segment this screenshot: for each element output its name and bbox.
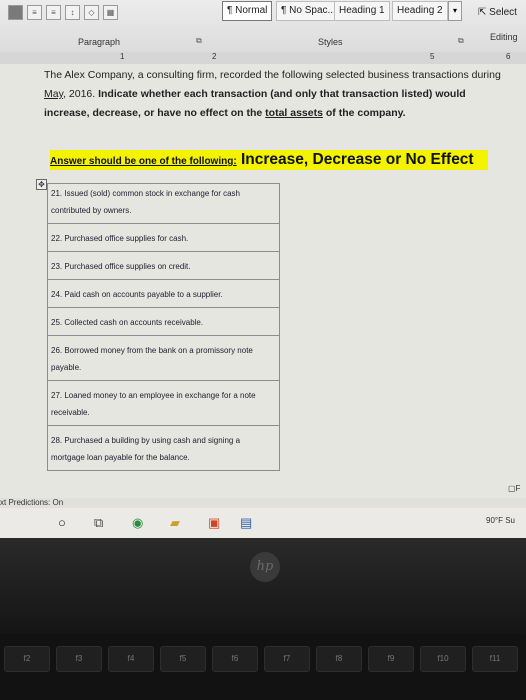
answer-options: Increase, Decrease or No Effect — [236, 151, 474, 168]
align-center-icon[interactable]: ≡ — [27, 5, 42, 20]
table-cell[interactable]: 26. Borrowed money from the bank on a pr… — [47, 335, 280, 381]
function-key[interactable]: f10 — [420, 646, 466, 672]
align-left-icon[interactable] — [8, 5, 23, 20]
intro-text: The Alex Company, a consulting firm, rec… — [44, 69, 501, 81]
word-icon[interactable]: ▤ — [240, 515, 252, 531]
intro-text: , 2016. — [63, 88, 99, 100]
table-row: 22. Purchased office supplies for cash. — [47, 223, 280, 252]
borders-icon[interactable]: ▦ — [103, 5, 118, 20]
table-row: 21. Issued (sold) common stock in exchan… — [47, 183, 280, 224]
table-move-handle-icon[interactable]: ✥ — [36, 179, 47, 190]
keyboard-function-row: f2 f3 f4 f5 f6 f7 f8 f9 f10 f11 — [0, 634, 526, 700]
table-row: 23. Purchased office supplies on credit. — [47, 251, 280, 280]
style-heading-1[interactable]: Heading 1 — [334, 1, 390, 21]
function-key[interactable]: f2 — [4, 646, 50, 672]
table-cell[interactable]: 25. Collected cash on accounts receivabl… — [47, 307, 280, 336]
intro-bold-text: of the company. — [322, 107, 406, 119]
search-icon[interactable]: ○ — [58, 515, 66, 531]
styles-more-icon[interactable]: ▾ — [448, 1, 462, 21]
select-button[interactable]: ⇱ Select — [478, 7, 517, 18]
align-right-icon[interactable]: ≡ — [46, 5, 61, 20]
table-cell[interactable]: 27. Loaned money to an employee in excha… — [47, 380, 280, 426]
select-button-label: Select — [489, 7, 517, 18]
paragraph-tools: ≡ ≡ ↕ ◇ ▦ — [8, 5, 118, 20]
ribbon-top-row: ≡ ≡ ↕ ◇ ▦ ¶ Normal ¶ No Spac... Heading … — [0, 0, 526, 28]
line-spacing-icon[interactable]: ↕ — [65, 5, 80, 20]
status-bar: xt Predictions: On ▢F — [0, 484, 526, 508]
chrome-icon[interactable]: ◉ — [132, 515, 143, 531]
windows-taskbar: ○ ⧉ ◉ ▰ ▣ ▤ 90°F Su — [0, 508, 526, 538]
table-cell[interactable]: 23. Purchased office supplies on credit. — [47, 251, 280, 280]
ruler-mark: 6 — [506, 52, 511, 61]
style-normal[interactable]: ¶ Normal — [222, 1, 273, 21]
table-row: 27. Loaned money to an employee in excha… — [47, 380, 280, 426]
task-view-icon[interactable]: ⧉ — [94, 515, 103, 531]
table-cell[interactable]: 24. Paid cash on accounts payable to a s… — [47, 279, 280, 308]
function-key[interactable]: f9 — [368, 646, 414, 672]
editing-group-label: Editing — [490, 32, 518, 42]
table-row: 26. Borrowed money from the bank on a pr… — [47, 335, 280, 381]
function-key[interactable]: f6 — [212, 646, 258, 672]
styles-launcher-icon[interactable]: ⧉ — [458, 36, 464, 46]
function-key[interactable]: f4 — [108, 646, 154, 672]
table-cell[interactable]: 28. Purchased a building by using cash a… — [47, 425, 280, 471]
ruler-mark: 2 — [212, 52, 217, 61]
office-icon[interactable]: ▣ — [208, 515, 220, 531]
paragraph-launcher-icon[interactable]: ⧉ — [196, 36, 202, 46]
answer-prefix: Answer should be one of the following: — [50, 156, 237, 167]
table-cell[interactable]: 22. Purchased office supplies for cash. — [47, 223, 280, 252]
intro-total-assets: total assets — [265, 107, 323, 119]
function-key[interactable]: f8 — [316, 646, 362, 672]
focus-icon: ▢F — [508, 484, 521, 493]
style-no-spacing[interactable]: ¶ No Spac... — [276, 1, 341, 21]
table-row: 25. Collected cash on accounts receivabl… — [47, 307, 280, 336]
hp-logo-icon: hp — [250, 552, 280, 582]
answer-instruction: Answer should be one of the following: I… — [50, 150, 488, 170]
ruler-mark: 5 — [430, 52, 435, 61]
file-explorer-icon[interactable]: ▰ — [170, 515, 180, 531]
table-row: 24. Paid cash on accounts payable to a s… — [47, 279, 280, 308]
shading-icon[interactable]: ◇ — [84, 5, 99, 20]
document-page[interactable]: The Alex Company, a consulting firm, rec… — [0, 64, 526, 498]
table-cell[interactable]: 21. Issued (sold) common stock in exchan… — [47, 183, 280, 224]
ruler-mark: 1 — [120, 52, 125, 61]
transactions-table: 21. Issued (sold) common stock in exchan… — [47, 183, 280, 471]
styles-group-label: Styles — [318, 37, 343, 47]
weather-widget[interactable]: 90°F Su — [486, 516, 515, 525]
function-key[interactable]: f11 — [472, 646, 518, 672]
style-heading-2[interactable]: Heading 2 — [392, 1, 448, 21]
function-key[interactable]: f7 — [264, 646, 310, 672]
function-key[interactable]: f5 — [160, 646, 206, 672]
select-cursor-icon: ⇱ — [478, 7, 490, 18]
function-key[interactable]: f3 — [56, 646, 102, 672]
intro-month: May — [44, 88, 64, 100]
instructions-paragraph: The Alex Company, a consulting firm, rec… — [44, 66, 514, 123]
word-ribbon: ≡ ≡ ↕ ◇ ▦ ¶ Normal ¶ No Spac... Heading … — [0, 0, 526, 52]
paragraph-group-label: Paragraph — [78, 37, 121, 47]
text-predictions-status[interactable]: xt Predictions: On — [0, 498, 63, 507]
table-row: 28. Purchased a building by using cash a… — [47, 425, 280, 471]
